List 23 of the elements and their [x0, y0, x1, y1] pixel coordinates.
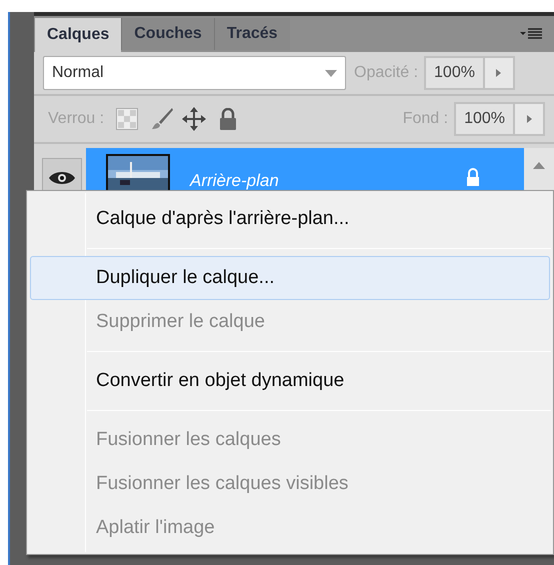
- arrow-icon: [526, 115, 532, 123]
- panel-tab[interactable]: Couches: [121, 18, 214, 50]
- scroll-up-icon[interactable]: [533, 162, 545, 169]
- arrow-icon: [496, 69, 502, 77]
- panel-tab[interactable]: Tracés: [214, 18, 290, 50]
- brush-icon[interactable]: [150, 107, 174, 131]
- panel-tab[interactable]: Calques: [35, 18, 122, 52]
- caret-icon: [325, 70, 337, 76]
- opacity-slider-button[interactable]: [484, 56, 515, 90]
- menu-item[interactable]: Dupliquer le calque...: [30, 256, 550, 300]
- opacity-field[interactable]: 100%: [424, 56, 485, 90]
- panel-menu-icon[interactable]: [520, 28, 544, 40]
- layer-name: Arrière-plan: [190, 170, 279, 192]
- scrollbar[interactable]: [524, 148, 554, 192]
- visibility-toggle[interactable]: [42, 158, 82, 192]
- fill-slider-button[interactable]: [515, 102, 545, 136]
- move-icon[interactable]: [182, 107, 206, 131]
- lock-icon[interactable]: [218, 108, 238, 130]
- blend-mode-dropdown[interactable]: Normal: [43, 56, 346, 90]
- fill-field[interactable]: 100%: [454, 102, 515, 136]
- menu-item[interactable]: Convertir en objet dynamique: [30, 359, 550, 403]
- menu-item[interactable]: Calque d'après l'arrière-plan...: [30, 197, 550, 241]
- checkerboard-icon[interactable]: [116, 108, 138, 130]
